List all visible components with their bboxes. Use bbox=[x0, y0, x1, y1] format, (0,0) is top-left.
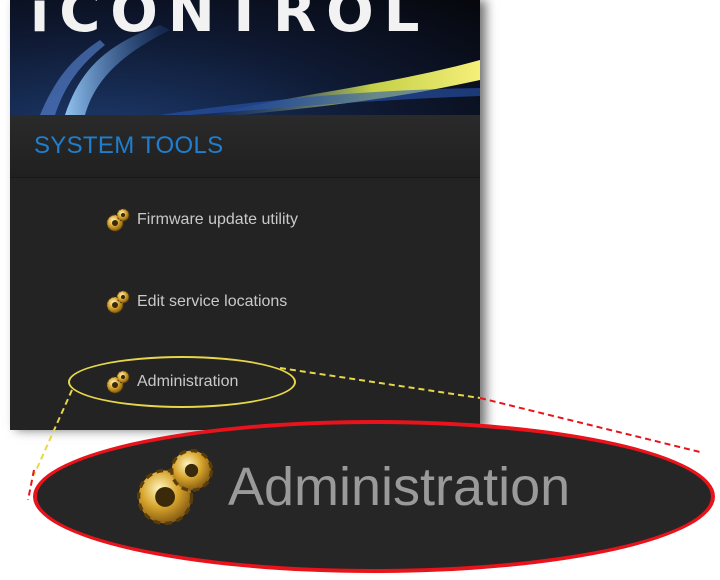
banner-logo-text: iCONTROL bbox=[30, 0, 430, 45]
gears-icon bbox=[136, 448, 214, 526]
header-banner: iCONTROL bbox=[10, 0, 480, 115]
menu-item-label: Administration bbox=[137, 373, 239, 390]
menu-item-edit-service-locations[interactable]: Edit service locations bbox=[105, 287, 287, 317]
system-tools-panel: iCONTROL SYSTEM TOOLS Firmware update ut… bbox=[10, 0, 480, 430]
menu-item-firmware-update[interactable]: Firmware update utility bbox=[105, 205, 298, 235]
zoom-callout: Administration bbox=[33, 420, 715, 573]
zoom-content: Administration bbox=[132, 444, 570, 530]
menu-item-administration[interactable]: Administration bbox=[105, 367, 238, 397]
menu-item-label: Edit service locations bbox=[137, 293, 288, 310]
menu-item-label: Firmware update utility bbox=[137, 211, 298, 228]
zoom-label: Administration bbox=[228, 457, 571, 517]
gears-icon bbox=[106, 290, 130, 314]
gears-icon bbox=[106, 208, 130, 232]
section-title: SYSTEM TOOLS bbox=[34, 132, 224, 159]
gears-icon bbox=[106, 370, 130, 394]
